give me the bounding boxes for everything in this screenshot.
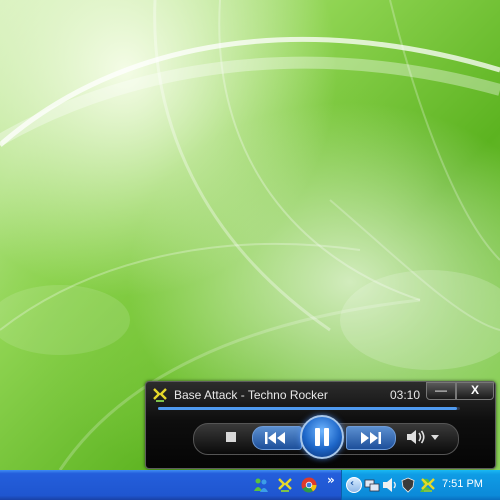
seek-bar-fill	[158, 407, 457, 410]
track-title: Base Attack - Techno Rocker	[174, 388, 328, 402]
close-button[interactable]: X	[456, 382, 494, 400]
previous-track-icon	[265, 432, 285, 444]
next-track-button[interactable]	[346, 426, 396, 450]
media-player-window: Base Attack - Techno Rocker 03:10 — X	[145, 381, 496, 469]
quick-launch-chevron[interactable]: »	[327, 473, 335, 487]
security-icon[interactable]	[400, 477, 416, 493]
next-track-icon	[361, 432, 381, 444]
volume-icon[interactable]	[406, 429, 426, 445]
show-hidden-icons-button[interactable]: ‹	[346, 477, 362, 493]
media-player-tray-icon[interactable]	[420, 477, 436, 493]
media-player-logo-icon	[153, 388, 167, 402]
clock[interactable]: 7:51 PM	[442, 478, 483, 490]
seek-bar[interactable]	[158, 407, 460, 410]
minimize-button[interactable]: —	[426, 382, 456, 400]
chrome-icon[interactable]	[301, 477, 317, 493]
previous-track-button[interactable]	[252, 426, 302, 450]
volume-dropdown-arrow[interactable]	[431, 435, 439, 440]
volume-tray-icon[interactable]	[382, 477, 398, 493]
pause-button[interactable]	[300, 415, 344, 459]
network-icon[interactable]	[364, 477, 380, 493]
media-player-icon[interactable]	[277, 477, 293, 493]
messenger-icon[interactable]	[253, 477, 269, 493]
pause-icon	[315, 428, 329, 446]
track-time: 03:10	[390, 388, 421, 402]
stop-button[interactable]	[226, 432, 236, 442]
